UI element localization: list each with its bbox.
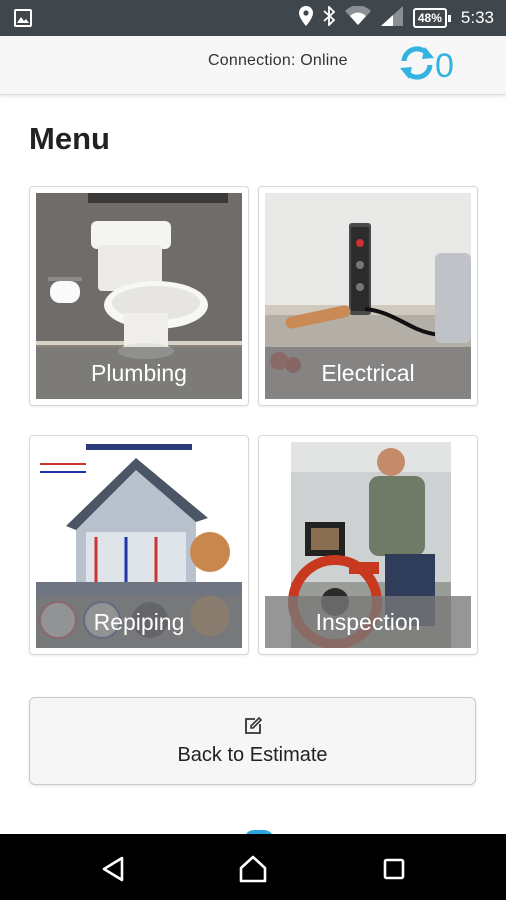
battery-icon: 48% [412,8,451,28]
sync-icon [398,44,436,87]
clock: 5:33 [460,8,494,27]
tile-repiping[interactable]: Repiping [29,435,249,655]
sync-button[interactable]: 0 [398,44,454,87]
sync-count: 0 [435,46,454,85]
status-bar: 48% 5:33 [0,0,506,36]
tile-plumbing[interactable]: Plumbing [29,186,249,406]
tile-electrical[interactable]: Electrical [258,186,478,406]
tile-label: Electrical [265,347,471,399]
edit-icon [243,716,263,741]
back-icon[interactable] [96,852,130,886]
image-notification-icon [14,9,32,32]
back-to-estimate-label: Back to Estimate [177,744,328,766]
tile-inspection[interactable]: Inspection [258,435,478,655]
bluetooth-icon [323,4,336,31]
tile-label: Repiping [36,596,242,648]
page-title: Menu [29,121,110,156]
tile-label: Plumbing [36,347,242,399]
wifi-icon [344,4,371,31]
tile-label: Inspection [265,596,471,648]
battery-level: 48% [412,8,447,28]
recents-icon[interactable] [377,852,411,886]
connection-status: Connection: Online [208,52,348,69]
navigation-bar [0,834,506,900]
home-icon[interactable] [236,852,270,886]
signal-icon [380,5,403,31]
location-icon [298,5,313,31]
app-header: Connection: Online 0 [0,36,506,95]
back-to-estimate-button[interactable]: Back to Estimate [29,697,476,785]
